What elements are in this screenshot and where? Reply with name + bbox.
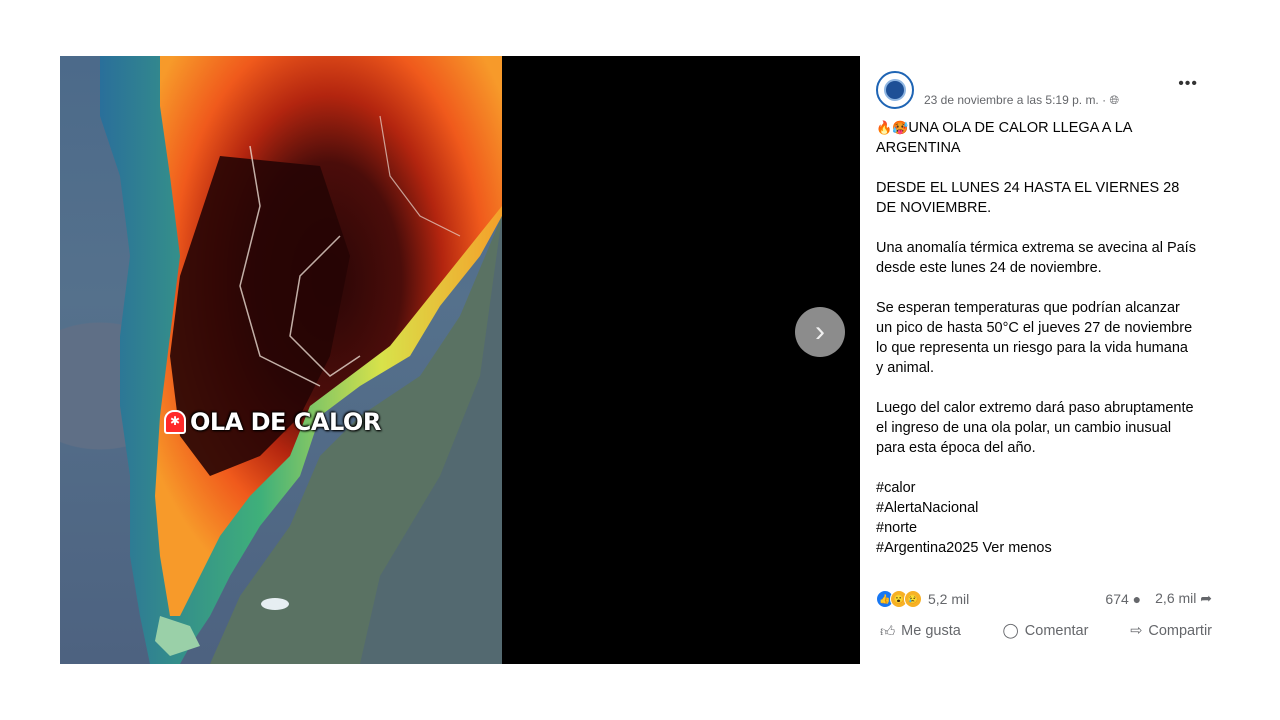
more-options-button[interactable]: ••• — [1178, 74, 1198, 94]
paragraph: Se esperan temperaturas que podrían alca… — [876, 300, 1193, 376]
headline-text: UNA OLA DE CALOR LLEGA A LA ARGENTINA — [876, 120, 1132, 156]
hot-face-icon: 🥵 — [892, 120, 909, 135]
comment-label: Comentar — [1024, 623, 1089, 639]
chevron-right-icon: › — [815, 315, 825, 348]
like-button[interactable]: 👍︎ Me gusta — [876, 622, 965, 640]
post-stats: 👍 😮 😢 5,2 mil 674 ● 2,6 mil ➦ — [876, 590, 1212, 612]
headline: 🔥🥵UNA OLA DE CALOR LLEGA A LA ARGENTINA — [876, 118, 1196, 158]
post-timestamp[interactable]: 23 de noviembre a las 5:19 p. m. · 🌐︎ — [924, 90, 1119, 110]
like-label: Me gusta — [901, 623, 961, 639]
hashtag-link[interactable]: #AlertaNacional — [876, 500, 978, 516]
paragraph: DESDE EL LUNES 24 HASTA EL VIERNES 28 DE… — [876, 180, 1180, 216]
comment-count-text: 674 — [1105, 590, 1129, 607]
fire-icon: 🔥 — [876, 120, 893, 135]
stats-right: 674 ● 2,6 mil ➦ — [1105, 590, 1212, 607]
share-count[interactable]: 2,6 mil ➦ — [1155, 590, 1212, 607]
share-arrow-icon: ➦ — [1200, 590, 1212, 606]
reactions-summary[interactable]: 👍 😮 😢 5,2 mil — [876, 590, 969, 608]
post-panel: 23 de noviembre a las 5:19 p. m. · 🌐︎ ••… — [876, 70, 1216, 558]
share-icon: ⇨ — [1130, 623, 1143, 639]
avatar[interactable] — [876, 71, 914, 109]
post-media[interactable]: ✱ OLA DE CALOR — [60, 56, 860, 664]
hashtag-link[interactable]: #norte — [876, 520, 917, 536]
comment-button[interactable]: ◯ Comentar — [999, 622, 1093, 640]
overlay-label: ✱ OLA DE CALOR — [164, 408, 381, 436]
hashtag-link[interactable]: #Argentina2025 — [876, 540, 978, 556]
post-text: 🔥🥵UNA OLA DE CALOR LLEGA A LA ARGENTINA … — [876, 118, 1196, 558]
heat-map-image: ✱ OLA DE CALOR — [60, 56, 502, 664]
paragraph: Luego del calor extremo dará paso abrupt… — [876, 400, 1194, 456]
comment-bubble-icon: ● — [1132, 590, 1142, 607]
see-less-link[interactable]: Ver menos — [982, 540, 1051, 556]
reaction-count: 5,2 mil — [928, 591, 970, 607]
hashtag-list: #calor #AlertaNacional #norte #Argentina… — [876, 478, 1196, 558]
shield-icon — [884, 79, 906, 101]
siren-icon: ✱ — [164, 410, 186, 434]
post-header: 23 de noviembre a las 5:19 p. m. · 🌐︎ ••… — [876, 70, 1216, 110]
share-label: Compartir — [1148, 623, 1212, 639]
post-actions: 👍︎ Me gusta ◯ Comentar ⇨ Compartir — [876, 622, 1216, 640]
timestamp-text: 23 de noviembre a las 5:19 p. m. · — [924, 93, 1107, 107]
globe-icon: 🌐︎ — [1109, 93, 1120, 107]
share-button[interactable]: ⇨ Compartir — [1126, 622, 1216, 640]
hashtag-link[interactable]: #calor — [876, 480, 916, 496]
share-count-text: 2,6 mil — [1155, 590, 1197, 606]
thumbs-up-icon: 👍︎ — [880, 624, 896, 640]
comment-icon: ◯ — [1002, 623, 1019, 639]
sad-reaction-icon: 😢 — [904, 590, 922, 608]
next-media-button[interactable]: › — [795, 307, 845, 357]
comment-count[interactable]: 674 ● — [1105, 591, 1141, 607]
overlay-text: OLA DE CALOR — [190, 408, 381, 436]
paragraph: Una anomalía térmica extrema se avecina … — [876, 240, 1196, 276]
